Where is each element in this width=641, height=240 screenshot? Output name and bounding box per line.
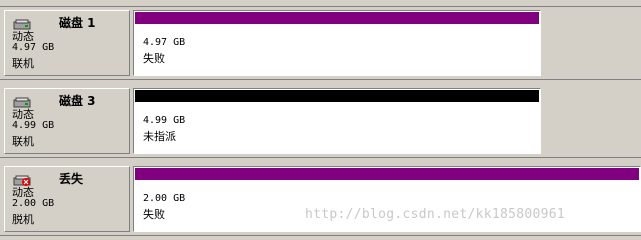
row-divider bbox=[0, 235, 641, 236]
disk-name: 磁盘 1 bbox=[59, 16, 96, 30]
volume-partition[interactable]: 2.00 GB 失败 bbox=[133, 166, 641, 232]
disk-size: 4.99 GB bbox=[12, 120, 55, 131]
volume-size: 2.00 GB bbox=[143, 193, 186, 204]
watermark-text: http://blog.csdn.net/kk185800961 bbox=[305, 207, 566, 222]
volume-status: 失败 bbox=[143, 208, 165, 221]
top-divider bbox=[0, 0, 641, 7]
disk-status: 联机 bbox=[12, 57, 34, 70]
row-divider bbox=[0, 157, 641, 158]
disk-size: 2.00 GB bbox=[12, 198, 55, 209]
volume-size: 4.97 GB bbox=[143, 37, 186, 48]
unallocated-body: 4.99 GB 未指派 bbox=[135, 103, 539, 152]
disk-info-panel[interactable]: 丢失 动态 2.00 GB 脱机 bbox=[4, 166, 130, 232]
unallocated-status-band bbox=[135, 90, 539, 102]
disk-info-panel[interactable]: 磁盘 1 动态 4.97 GB 联机 bbox=[4, 10, 130, 76]
disk-status: 脱机 bbox=[12, 213, 34, 226]
volume-body: 4.97 GB 失败 bbox=[135, 25, 539, 74]
disk-size: 4.97 GB bbox=[12, 42, 55, 53]
disk-row-3[interactable]: 磁盘 3 动态 4.99 GB 联机 4.99 GB 未指派 bbox=[0, 85, 641, 158]
volume-body: 2.00 GB 失败 bbox=[135, 181, 639, 230]
disk-name: 磁盘 3 bbox=[59, 94, 96, 108]
disk-info-panel[interactable]: 磁盘 3 动态 4.99 GB 联机 bbox=[4, 88, 130, 154]
row-divider bbox=[0, 79, 641, 80]
unallocated-size: 4.99 GB bbox=[143, 115, 186, 126]
disk-row-missing[interactable]: 丢失 动态 2.00 GB 脱机 2.00 GB 失败 bbox=[0, 163, 641, 236]
unallocated-status: 未指派 bbox=[143, 130, 176, 143]
volume-status: 失败 bbox=[143, 52, 165, 65]
volume-partition[interactable]: 4.97 GB 失败 bbox=[133, 10, 541, 76]
disk-name: 丢失 bbox=[59, 172, 84, 186]
disk-row-1[interactable]: 磁盘 1 动态 4.97 GB 联机 4.97 GB 失败 bbox=[0, 7, 641, 80]
volume-status-band bbox=[135, 168, 639, 180]
disk-status: 联机 bbox=[12, 135, 34, 148]
unallocated-partition[interactable]: 4.99 GB 未指派 bbox=[133, 88, 541, 154]
volume-status-band bbox=[135, 12, 539, 24]
